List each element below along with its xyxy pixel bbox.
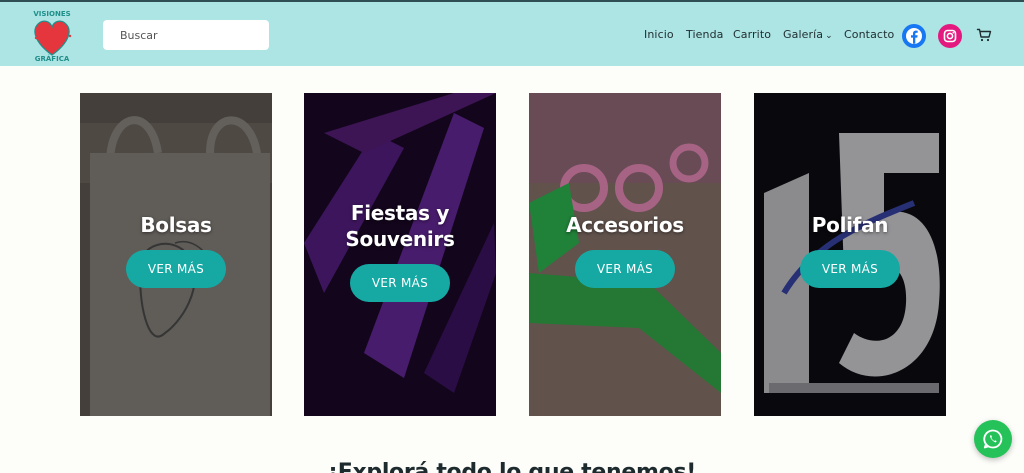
- ver-mas-button[interactable]: VER MÁS: [575, 250, 675, 288]
- site-header: VISIONES GRÁFICA Inicio Tienda Carrito G…: [0, 0, 1024, 66]
- category-card-polifan[interactable]: Polifan VER MÁS: [754, 93, 946, 416]
- logo-text-top: VISIONES: [33, 10, 70, 18]
- ver-mas-button[interactable]: VER MÁS: [350, 264, 450, 302]
- category-card-bolsas[interactable]: Bolsas VER MÁS: [80, 93, 272, 416]
- instagram-icon: [943, 29, 957, 43]
- logo[interactable]: VISIONES GRÁFICA: [24, 6, 80, 64]
- card-title: Accesorios: [566, 213, 684, 237]
- logo-text-bottom: GRÁFICA: [35, 54, 70, 63]
- whatsapp-icon: [983, 429, 1003, 449]
- whatsapp-button[interactable]: [974, 420, 1012, 458]
- facebook-button[interactable]: [902, 24, 926, 48]
- nav-item-carrito[interactable]: Carrito: [733, 28, 771, 41]
- category-card-fiestas-souvenirs[interactable]: Fiestas y Souvenirs VER MÁS: [304, 93, 496, 416]
- explore-heading: ¡Explorá todo lo que tenemos!: [328, 460, 696, 473]
- facebook-icon: [906, 28, 922, 44]
- nav-item-tienda[interactable]: Tienda: [686, 28, 724, 41]
- nav-item-contacto[interactable]: Contacto: [844, 28, 894, 41]
- card-title: Polifan: [811, 213, 889, 237]
- nav-item-galeria-label: Galería: [783, 28, 824, 41]
- nav-item-galeria[interactable]: Galería ⌄: [783, 28, 833, 41]
- category-card-accesorios[interactable]: Accesorios VER MÁS: [529, 93, 721, 416]
- fiestas-image: [304, 93, 496, 416]
- search-input[interactable]: [103, 20, 269, 50]
- cart-icon[interactable]: [976, 27, 992, 43]
- instagram-button[interactable]: [938, 24, 962, 48]
- nav-item-inicio[interactable]: Inicio: [644, 28, 674, 41]
- card-title: Bolsas: [140, 213, 212, 237]
- ver-mas-button[interactable]: VER MÁS: [800, 250, 900, 288]
- card-title: Fiestas y Souvenirs: [345, 201, 455, 251]
- ver-mas-button[interactable]: VER MÁS: [126, 250, 226, 288]
- chevron-down-icon: ⌄: [825, 31, 833, 41]
